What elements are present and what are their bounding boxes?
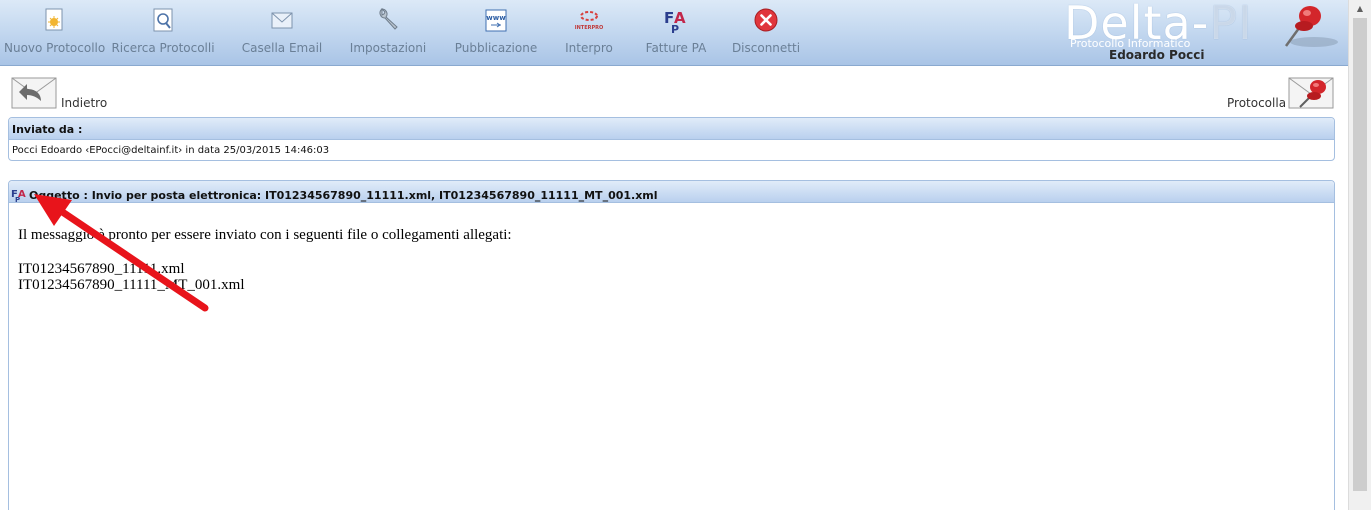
main-toolbar: Nuovo Protocollo Ricerca Protocolli Case… xyxy=(0,0,1348,66)
sender-info: Pocci Edoardo ‹EPocci@deltainf.it› in da… xyxy=(12,145,330,156)
www-icon: www xyxy=(485,9,507,32)
interpro-label: Interpro xyxy=(565,41,613,55)
interpro-button[interactable]: INTERPRO Interpro xyxy=(559,6,619,62)
message-panel: F A P Oggetto : Invio per posta elettron… xyxy=(8,180,1335,510)
search-document-icon xyxy=(153,8,173,32)
new-document-icon xyxy=(45,8,63,31)
svg-text:P: P xyxy=(671,23,679,34)
brand-logo: Delta-PI Protocollo Informatico Edoardo … xyxy=(1064,0,1344,66)
email-box-button[interactable]: Casella Email xyxy=(240,6,324,62)
search-protocols-button[interactable]: Ricerca Protocolli xyxy=(111,6,215,62)
interpro-icon: INTERPRO xyxy=(575,11,603,31)
email-box-label: Casella Email xyxy=(241,41,323,55)
disconnect-label: Disconnetti xyxy=(731,41,801,55)
search-protocols-label: Ricerca Protocolli xyxy=(111,41,215,55)
protocol-pin-icon xyxy=(1288,77,1334,109)
brand-title-pi: PI xyxy=(1209,0,1253,50)
sender-header: Inviato da : xyxy=(9,118,1334,140)
email-icon xyxy=(271,12,293,29)
scroll-up-arrow-icon[interactable]: ▲ xyxy=(1349,0,1371,17)
back-label: Indietro xyxy=(61,96,108,110)
publication-label: Pubblicazione xyxy=(454,41,538,55)
settings-button[interactable]: Impostazioni xyxy=(347,6,429,62)
attachment-file: IT01234567890_11111.xml xyxy=(18,261,185,277)
fpa-icon: F A P xyxy=(664,9,686,34)
sender-panel: Inviato da : Pocci Edoardo ‹EPocci@delta… xyxy=(8,117,1335,161)
back-button[interactable]: Indietro xyxy=(11,77,121,113)
pushpin-icon xyxy=(1284,6,1338,47)
protocol-button[interactable]: Protocolla xyxy=(1222,77,1334,113)
message-intro: Il messaggio è pronto per essere inviato… xyxy=(18,227,512,243)
settings-label: Impostazioni xyxy=(349,41,427,55)
attachment-file: IT01234567890_11111_MT_001.xml xyxy=(18,277,245,293)
scroll-thumb[interactable] xyxy=(1353,18,1367,491)
message-body: Il messaggio è pronto per essere inviato… xyxy=(9,203,1334,293)
message-subject: Oggetto : Invio per posta elettronica: I… xyxy=(29,189,658,202)
svg-text:P: P xyxy=(15,196,20,202)
invoices-pa-button[interactable]: F A P Fatture PA xyxy=(641,6,711,62)
disconnect-button[interactable]: Disconnetti xyxy=(729,6,803,62)
new-protocol-button[interactable]: Nuovo Protocollo xyxy=(4,6,106,62)
message-subject-header: F A P Oggetto : Invio per posta elettron… xyxy=(9,181,1334,203)
protocol-label: Protocolla xyxy=(1227,96,1287,110)
invoices-pa-label: Fatture PA xyxy=(645,41,707,55)
wrench-icon xyxy=(379,7,398,30)
vertical-scrollbar[interactable]: ▲ xyxy=(1348,0,1371,510)
svg-text:www: www xyxy=(486,14,506,22)
logged-user-name: Edoardo Pocci xyxy=(1109,48,1205,62)
svg-text:INTERPRO: INTERPRO xyxy=(575,25,603,31)
close-icon xyxy=(754,8,778,32)
publication-button[interactable]: www Pubblicazione xyxy=(453,6,539,62)
fpa-icon: F A P xyxy=(11,189,26,202)
back-arrow-icon xyxy=(11,77,57,109)
new-protocol-label: Nuovo Protocollo xyxy=(4,41,106,55)
